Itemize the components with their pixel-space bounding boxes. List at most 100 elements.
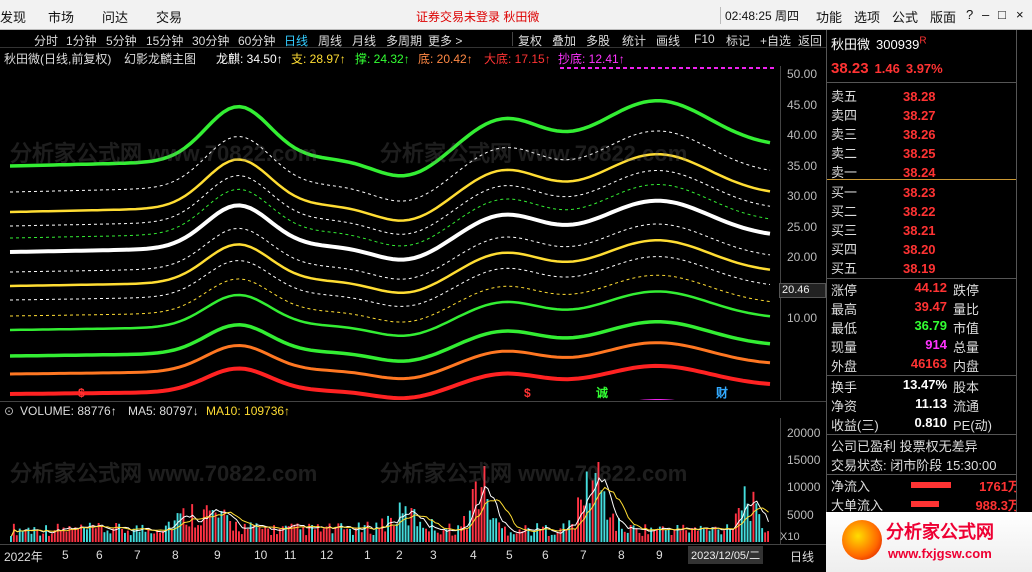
volume-bar xyxy=(33,527,36,542)
volume-bar xyxy=(235,521,237,542)
volume-bar xyxy=(466,529,468,542)
company-status: 公司已盈利 投票权无差异 xyxy=(831,439,978,454)
volume-bar xyxy=(407,525,410,542)
multi-stock-button[interactable]: 多股 xyxy=(586,32,610,49)
tab-intraday[interactable]: 分时 xyxy=(34,32,58,49)
volume-bar xyxy=(495,518,498,542)
indicator-name[interactable]: 幻影龙麟主图 xyxy=(124,50,196,67)
volume-bar xyxy=(135,525,138,542)
flow-label: 大单流入 xyxy=(831,498,884,513)
stat-value: 11.13 xyxy=(915,396,947,411)
close-icon[interactable]: × xyxy=(1016,7,1024,22)
main-price-chart[interactable]: $ $ 诚 财 xyxy=(0,66,780,400)
price-tick: 40.00 xyxy=(787,128,818,142)
ask-row[interactable]: 卖四 38.27 xyxy=(831,105,936,124)
volume-bar xyxy=(381,518,384,542)
volume-bar xyxy=(568,520,571,542)
bid-label: 买二 xyxy=(831,204,858,219)
ma10-value: MA10: 109736↑ xyxy=(206,404,291,418)
volume-bar xyxy=(328,523,331,542)
volume-bar xyxy=(647,534,650,542)
overlay-button[interactable]: 叠加 xyxy=(552,32,576,49)
tab-daily[interactable]: 日线 xyxy=(284,32,308,49)
ask-row[interactable]: 卖二 38.25 xyxy=(831,143,936,162)
volume-bar xyxy=(626,532,629,542)
volume-bar xyxy=(185,524,188,542)
volume-bar xyxy=(673,529,676,542)
signal-marker: $ xyxy=(78,386,85,400)
volume-bar xyxy=(410,508,413,542)
maximize-icon[interactable]: □ xyxy=(998,7,1006,22)
x-tick: 11 xyxy=(284,548,297,562)
draw-line-button[interactable]: 画线 xyxy=(656,32,680,49)
volume-bar xyxy=(565,529,568,542)
stat-label: 最高 xyxy=(831,302,858,317)
bid-row[interactable]: 买四 38.20 xyxy=(831,239,936,258)
volume-bar xyxy=(194,527,197,542)
volume-bar xyxy=(118,523,121,542)
volume-bar xyxy=(428,531,430,542)
stats-button[interactable]: 统计 xyxy=(622,32,646,49)
menu-layout[interactable]: 版面 xyxy=(930,7,956,26)
divider xyxy=(827,375,1032,376)
bid-row[interactable]: 买五 38.19 xyxy=(831,258,936,277)
volume-bar xyxy=(141,524,144,542)
tab-60min[interactable]: 60分钟 xyxy=(238,32,275,49)
trade-login-notice[interactable]: 证券交易未登录 秋田微 xyxy=(416,8,539,25)
help-icon[interactable]: ? xyxy=(966,7,973,22)
volume-bar xyxy=(512,534,515,542)
volume-bar xyxy=(115,523,118,542)
tab-monthly[interactable]: 月线 xyxy=(352,32,376,49)
chevron-down-icon[interactable]: ⊙ xyxy=(4,404,14,418)
menu-market[interactable]: 市场 xyxy=(48,7,74,26)
volume-bar xyxy=(375,522,378,542)
volume-bar xyxy=(597,462,600,542)
back-button[interactable]: 返回 xyxy=(798,32,822,49)
tab-5min[interactable]: 5分钟 xyxy=(106,32,137,49)
tab-30min[interactable]: 30分钟 xyxy=(192,32,229,49)
tab-weekly[interactable]: 周线 xyxy=(318,32,342,49)
volume-bar xyxy=(556,532,559,542)
volume-bar xyxy=(711,527,714,542)
minimize-icon[interactable]: – xyxy=(982,7,989,22)
ask-row[interactable]: 卖三 38.26 xyxy=(831,124,936,143)
tab-1min[interactable]: 1分钟 xyxy=(66,32,97,49)
f10-button[interactable]: F10 xyxy=(694,32,715,46)
menu-trade[interactable]: 交易 xyxy=(156,7,182,26)
volume-bar xyxy=(349,528,351,542)
menu-discover[interactable]: 发现 xyxy=(0,7,26,26)
volume-bar xyxy=(588,503,591,542)
ask-row[interactable]: 卖五 38.28 xyxy=(831,86,936,105)
volume-bar xyxy=(352,534,354,542)
ma5-value: MA5: 80797↓ xyxy=(128,404,199,418)
volume-bar xyxy=(267,528,270,542)
legend-zhi: 支: 28.97↑ xyxy=(291,52,346,66)
ask-price: 38.27 xyxy=(903,108,936,123)
tab-multi-period[interactable]: 多周期 xyxy=(386,32,422,49)
bid-row[interactable]: 买二 38.22 xyxy=(831,201,936,220)
volume-bar xyxy=(708,530,711,542)
volume-bar xyxy=(682,524,685,542)
ask-price: 38.25 xyxy=(903,146,936,161)
tab-15min[interactable]: 15分钟 xyxy=(146,32,183,49)
volume-bar xyxy=(369,533,372,542)
x-tick: 5 xyxy=(506,548,513,562)
tab-more[interactable]: 更多 > xyxy=(428,32,462,49)
x-tick: 6 xyxy=(96,548,103,562)
bid-row[interactable]: 买三 38.21 xyxy=(831,220,936,239)
menu-formula[interactable]: 公式 xyxy=(892,7,918,26)
add-watchlist-button[interactable]: +自选 xyxy=(760,32,791,49)
stat-label: 换手 xyxy=(831,380,858,395)
volume-bar xyxy=(100,526,103,542)
price-change-pct: 3.97% xyxy=(905,61,943,76)
x-tick: 1 xyxy=(364,548,371,562)
volume-chart[interactable] xyxy=(0,418,780,544)
menu-options[interactable]: 选项 xyxy=(854,7,880,26)
volume-bar xyxy=(401,513,404,542)
mark-button[interactable]: 标记 xyxy=(726,32,750,49)
bid-row[interactable]: 买一 38.23 xyxy=(831,182,936,201)
menu-function[interactable]: 功能 xyxy=(816,7,842,26)
volume-bar xyxy=(419,521,422,542)
menu-wenda[interactable]: 问达 xyxy=(102,7,128,26)
adjust-button[interactable]: 复权 xyxy=(518,32,542,49)
